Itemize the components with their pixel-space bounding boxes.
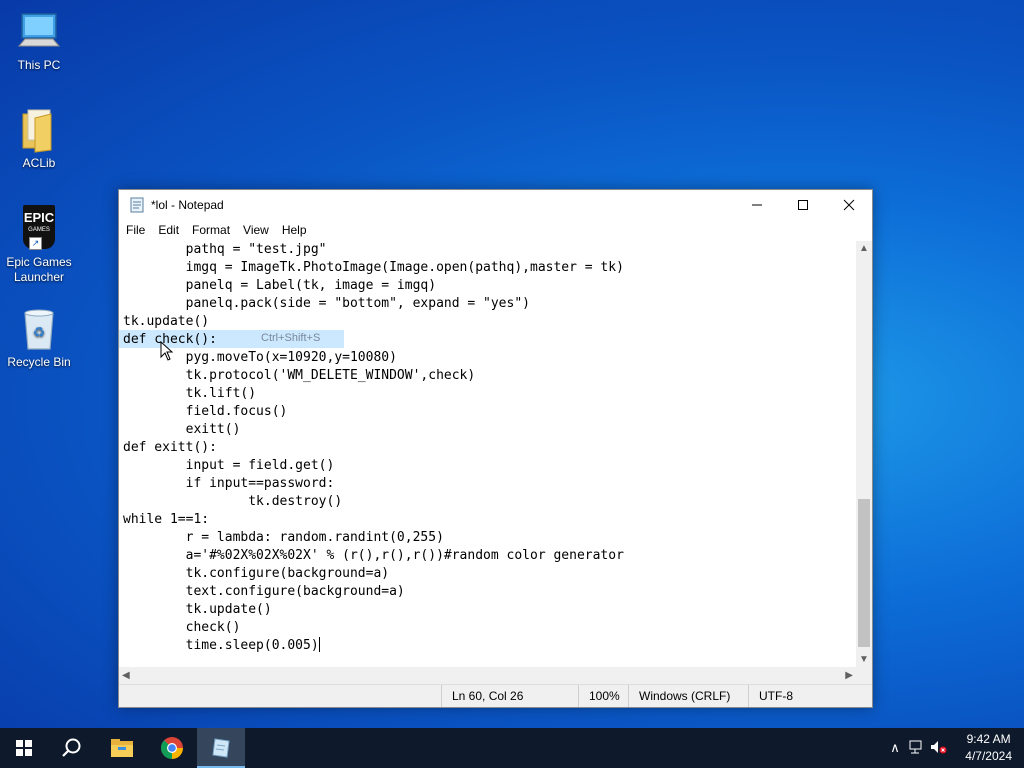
scrollbar-corner [856, 667, 872, 685]
minimize-button[interactable] [734, 190, 780, 220]
status-line-ending: Windows (CRLF) [628, 685, 747, 707]
vertical-scrollbar[interactable]: ▲ ▼ [856, 241, 872, 667]
text-caret [318, 637, 320, 652]
epic-games-icon: EPIC GAMES ↗ [15, 205, 63, 253]
search-icon [62, 738, 81, 757]
close-icon [843, 199, 855, 211]
menu-help[interactable]: Help [276, 223, 313, 237]
computer-icon [15, 8, 63, 56]
chrome-icon [160, 737, 183, 759]
menu-bar: File Edit Format View Help [119, 220, 872, 240]
code-after-selection: pyg.moveTo(x=10920,y=10080) tk.protocol(… [123, 350, 624, 653]
desktop-icon-label: Recycle Bin [7, 355, 71, 369]
desktop-icon-aclib[interactable]: ACLib [1, 106, 77, 171]
desktop-icon-label: ACLib [22, 156, 56, 170]
notepad-icon [212, 738, 230, 758]
scroll-up-icon[interactable]: ▲ [859, 243, 869, 254]
desktop-icon-recycle-bin[interactable]: ♻ Recycle Bin [1, 305, 77, 370]
system-tray: ∧ [884, 728, 950, 768]
desktop-icon-label: Epic Games Launcher [6, 255, 72, 284]
menu-format[interactable]: Format [186, 223, 236, 237]
minimize-icon [752, 204, 762, 206]
code-before-selection: pathq = "test.jpg" imgq = ImageTk.PhotoI… [123, 242, 624, 329]
title-bar[interactable]: *lol - Notepad [119, 190, 872, 220]
volume-muted-icon[interactable] [928, 740, 950, 757]
text-editor[interactable]: Ctrl+Shift+S pathq = "test.jpg" imgq = I… [119, 241, 856, 667]
epic-logo-subtext: GAMES [28, 227, 50, 233]
status-encoding: UTF-8 [748, 685, 859, 707]
epic-logo-text: EPIC [23, 210, 55, 225]
svg-text:♻: ♻ [33, 324, 46, 340]
network-icon[interactable] [906, 740, 928, 757]
notepad-window[interactable]: *lol - Notepad File Edit Format View Hel… [118, 189, 873, 708]
menu-view[interactable]: View [237, 223, 275, 237]
horizontal-scrollbar[interactable]: ◀ ▶ [119, 667, 856, 685]
menu-edit[interactable]: Edit [152, 223, 185, 237]
taskbar-file-explorer[interactable] [98, 728, 146, 768]
window-title: *lol - Notepad [151, 198, 224, 212]
taskbar: ∧ 9:42 AM 4/7/2024 [0, 728, 1024, 768]
status-bar: Ln 60, Col 26 100% Windows (CRLF) UTF-8 [119, 684, 872, 707]
clock[interactable]: 9:42 AM 4/7/2024 [965, 731, 1012, 765]
mouse-cursor-icon [160, 340, 174, 366]
desktop-icon-epic-games[interactable]: EPIC GAMES ↗ Epic Games Launcher [1, 205, 77, 285]
taskbar-chrome[interactable] [148, 728, 196, 768]
folder-icon [15, 106, 63, 154]
code-text[interactable]: pathq = "test.jpg" imgq = ImageTk.PhotoI… [119, 241, 856, 655]
desktop-icon-this-pc[interactable]: This PC [1, 8, 77, 73]
vertical-scroll-thumb[interactable] [858, 499, 870, 647]
clock-date: 4/7/2024 [965, 749, 1012, 763]
maximize-icon [798, 200, 808, 210]
status-cursor-position: Ln 60, Col 26 [441, 685, 587, 707]
scroll-down-icon[interactable]: ▼ [859, 654, 869, 665]
clock-time: 9:42 AM [966, 732, 1011, 746]
show-hidden-icons-icon[interactable]: ∧ [884, 740, 906, 756]
taskbar-notepad[interactable] [197, 728, 245, 768]
search-button[interactable] [48, 728, 96, 768]
desktop-icon-label: This PC [17, 58, 61, 72]
notepad-icon [129, 197, 145, 213]
scroll-left-icon[interactable]: ◀ [122, 670, 130, 681]
maximize-button[interactable] [780, 190, 826, 220]
shortcut-arrow-icon: ↗ [29, 237, 42, 250]
scroll-right-icon[interactable]: ▶ [845, 670, 853, 681]
file-explorer-icon [111, 739, 133, 757]
windows-logo-icon [16, 740, 32, 756]
start-button[interactable] [0, 728, 48, 768]
recycle-bin-icon: ♻ [15, 305, 63, 353]
close-button[interactable] [826, 190, 872, 220]
menu-file[interactable]: File [120, 223, 151, 237]
